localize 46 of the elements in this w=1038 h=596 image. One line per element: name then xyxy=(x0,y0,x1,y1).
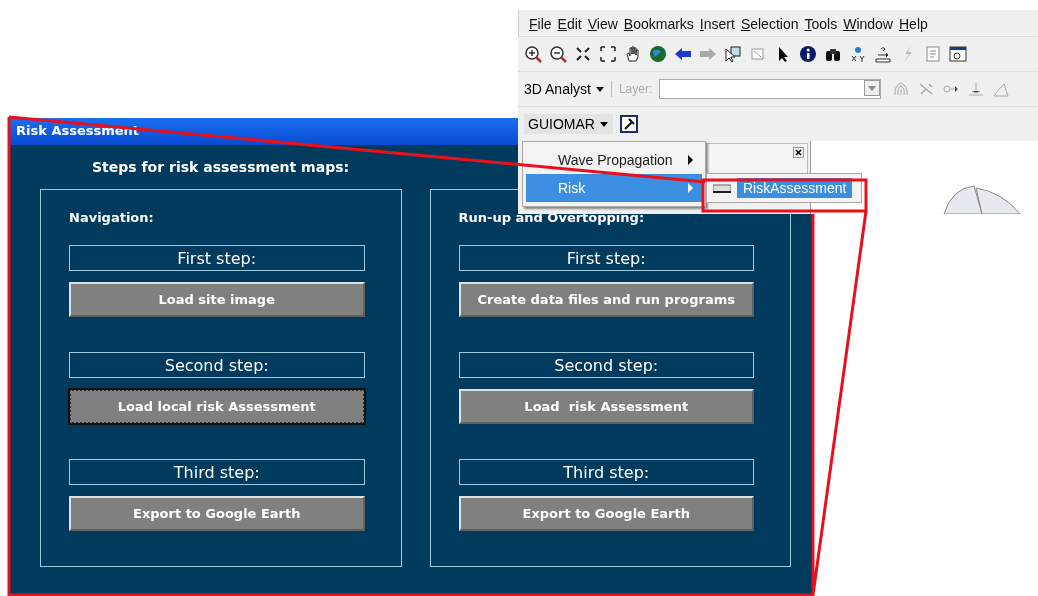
menu-item[interactable]: Insert xyxy=(699,16,735,32)
menu-item[interactable]: File xyxy=(529,16,552,32)
back-arrow-icon[interactable] xyxy=(674,45,692,63)
zoom-in-icon[interactable] xyxy=(524,45,542,63)
select-features-icon[interactable] xyxy=(724,45,742,63)
submenu-arrow-icon[interactable] xyxy=(687,155,694,165)
step-label: Third step: xyxy=(69,459,365,485)
menu-item[interactable]: Window xyxy=(843,16,893,32)
menu-item[interactable]: Selection xyxy=(740,16,799,32)
button-icon[interactable] xyxy=(713,183,731,193)
measure-icon[interactable] xyxy=(874,45,892,63)
menu-item[interactable]: View xyxy=(587,16,618,32)
step-button[interactable]: Export to Google Earth xyxy=(458,496,754,531)
arrows-outward-icon[interactable] xyxy=(599,45,617,63)
group-title: Navigation: xyxy=(69,210,155,225)
menu-item[interactable]: Wave Propagation xyxy=(526,146,702,174)
globe-icon[interactable] xyxy=(649,45,667,63)
close-icon[interactable] xyxy=(793,147,804,158)
caret-icon[interactable] xyxy=(598,119,609,129)
window-magnifier-icon[interactable] xyxy=(949,45,967,63)
menu-item[interactable]: Edit xyxy=(557,16,582,32)
step-button[interactable]: Load local risk Assessment xyxy=(69,389,365,424)
layer-combo-field[interactable] xyxy=(659,79,882,99)
step-button[interactable]: Load risk Assessment xyxy=(458,389,754,424)
info-icon[interactable] xyxy=(799,45,817,63)
hammer-window-icon[interactable] xyxy=(619,115,638,133)
step-button[interactable]: Load site image xyxy=(69,282,365,317)
menu-item[interactable]: Help xyxy=(899,16,928,32)
group-title: Run-up and Overtopping: xyxy=(458,210,646,225)
guiomar-dropdown[interactable]: GUIOMAR xyxy=(524,114,613,134)
zoom-out-icon[interactable] xyxy=(549,45,567,63)
step-label: Second step: xyxy=(69,352,365,378)
layer-label: Layer: xyxy=(618,82,653,96)
menu-item[interactable]: Bookmarks xyxy=(623,16,694,32)
step-label: First step: xyxy=(458,245,754,271)
step-label: First step: xyxy=(69,245,365,271)
menu-item[interactable]: Tools xyxy=(804,16,838,32)
step-label: Third step: xyxy=(458,459,754,485)
step-button[interactable]: Create data files and run programs xyxy=(458,282,754,317)
caret-icon[interactable] xyxy=(594,84,605,94)
step-label: Second step: xyxy=(458,352,754,378)
arrows-inward-icon[interactable] xyxy=(574,45,592,63)
xy-icon[interactable] xyxy=(849,45,867,63)
hand-icon[interactable] xyxy=(624,45,642,63)
heading: Steps for risk assessment maps: xyxy=(92,159,350,175)
step-button[interactable]: Export to Google Earth xyxy=(69,496,365,531)
